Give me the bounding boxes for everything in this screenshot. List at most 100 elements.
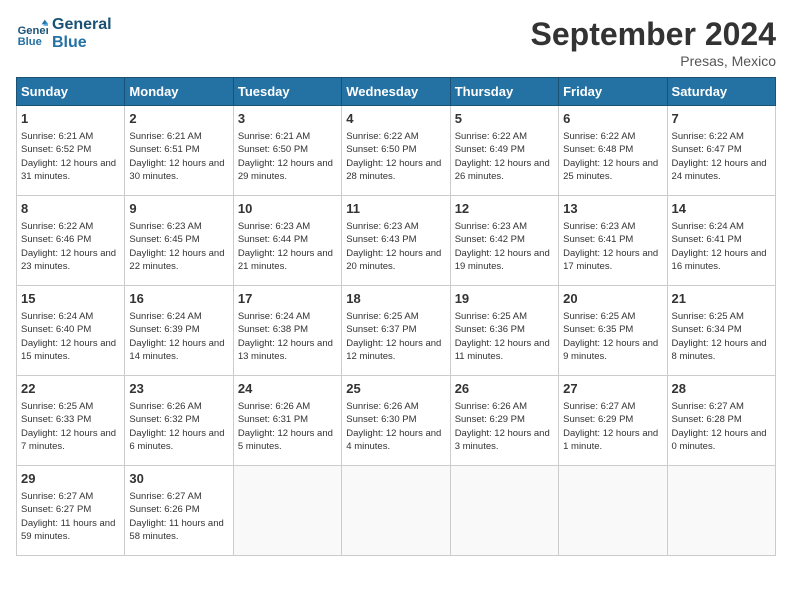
sunrise-label: Sunrise: 6:22 AM (563, 131, 635, 142)
day-cell-17: 17Sunrise: 6:24 AMSunset: 6:38 PMDayligh… (233, 286, 341, 376)
day-cell-8: 8 Sunrise: 6:22 AM Sunset: 6:46 PM Daylight… (17, 196, 125, 286)
header-sunday: Sunday (17, 78, 125, 106)
sunset-label: Sunset: 6:36 PM (455, 324, 525, 335)
day-number: 8 (21, 200, 120, 218)
daylight-label: Daylight: 12 hours and 12 minutes. (346, 338, 441, 362)
day-number: 26 (455, 380, 554, 398)
sunset-label: Sunset: 6:38 PM (238, 324, 308, 335)
month-title: September 2024 (531, 16, 776, 53)
day-cell-16: 16Sunrise: 6:24 AMSunset: 6:39 PMDayligh… (125, 286, 233, 376)
logo: General Blue General Blue (16, 16, 112, 51)
sunrise-label: Sunrise: 6:27 AM (563, 401, 635, 412)
day-cell-29: 29Sunrise: 6:27 AMSunset: 6:27 PMDayligh… (17, 466, 125, 556)
day-cell-6: 6 Sunrise: 6:22 AM Sunset: 6:48 PM Daylight… (559, 106, 667, 196)
daylight-label: Daylight: 12 hours and 1 minute. (563, 428, 658, 452)
sunset-label: Sunset: 6:42 PM (455, 234, 525, 245)
logo-icon: General Blue (16, 18, 48, 50)
title-area: September 2024 Presas, Mexico (531, 16, 776, 69)
logo-text-general: General (52, 16, 112, 34)
daylight-label: Daylight: 12 hours and 6 minutes. (129, 428, 224, 452)
day-number: 29 (21, 470, 120, 488)
day-cell-4: 4Sunrise: 6:22 AMSunset: 6:50 PMDaylight… (342, 106, 450, 196)
sunrise-label: Sunrise: 6:26 AM (346, 401, 418, 412)
day-number: 4 (346, 110, 445, 128)
daylight-label: Daylight: 12 hours and 26 minutes. (455, 158, 550, 182)
day-cell-27: 27Sunrise: 6:27 AMSunset: 6:29 PMDayligh… (559, 376, 667, 466)
day-cell-22: 22Sunrise: 6:25 AMSunset: 6:33 PMDayligh… (17, 376, 125, 466)
day-number: 24 (238, 380, 337, 398)
header-wednesday: Wednesday (342, 78, 450, 106)
daylight-label: Daylight: 12 hours and 8 minutes. (672, 338, 767, 362)
day-number: 1 (21, 110, 120, 128)
day-cell-20: 20Sunrise: 6:25 AMSunset: 6:35 PMDayligh… (559, 286, 667, 376)
sunrise-label: Sunrise: 6:26 AM (238, 401, 310, 412)
sunrise-label: Sunrise: 6:24 AM (129, 311, 201, 322)
day-cell-5: 5Sunrise: 6:22 AMSunset: 6:49 PMDaylight… (450, 106, 558, 196)
sunset-label: Sunset: 6:41 PM (672, 234, 742, 245)
sunrise-label: Sunrise: 6:21 AM (129, 131, 201, 142)
day-cell-7: 7Sunrise: 6:22 AMSunset: 6:47 PMDaylight… (667, 106, 775, 196)
sunrise-label: Sunrise: 6:25 AM (672, 311, 744, 322)
day-number: 6 (563, 110, 662, 128)
empty-cell (233, 466, 341, 556)
day-cell-2: 2Sunrise: 6:21 AMSunset: 6:51 PMDaylight… (125, 106, 233, 196)
daylight-label: Daylight: 12 hours and 31 minutes. (21, 158, 116, 182)
daylight-label: Daylight: 12 hours and 25 minutes. (563, 158, 658, 182)
sunset-label: Sunset: 6:48 PM (563, 144, 633, 155)
header-saturday: Saturday (667, 78, 775, 106)
calendar-header-row: SundayMondayTuesdayWednesdayThursdayFrid… (17, 78, 776, 106)
day-number: 7 (672, 110, 771, 128)
daylight-label: Daylight: 12 hours and 14 minutes. (129, 338, 224, 362)
day-number: 25 (346, 380, 445, 398)
day-cell-25: 25Sunrise: 6:26 AMSunset: 6:30 PMDayligh… (342, 376, 450, 466)
daylight-label: Daylight: 12 hours and 24 minutes. (672, 158, 767, 182)
day-cell-9: 9Sunrise: 6:23 AMSunset: 6:45 PMDaylight… (125, 196, 233, 286)
sunset-label: Sunset: 6:37 PM (346, 324, 416, 335)
day-cell-21: 21Sunrise: 6:25 AMSunset: 6:34 PMDayligh… (667, 286, 775, 376)
header-thursday: Thursday (450, 78, 558, 106)
sunset-label: Sunset: 6:40 PM (21, 324, 91, 335)
sunset-label: Sunset: 6:31 PM (238, 414, 308, 425)
sunset-label: Sunset: 6:43 PM (346, 234, 416, 245)
sunrise-label: Sunrise: 6:24 AM (672, 221, 744, 232)
day-number: 12 (455, 200, 554, 218)
sunrise-label: Sunrise: 6:23 AM (129, 221, 201, 232)
sunrise-label: Sunrise: 6:22 AM (346, 131, 418, 142)
daylight-label: Daylight: 11 hours and 59 minutes. (21, 518, 115, 542)
sunrise-label: Sunrise: 6:22 AM (21, 221, 93, 232)
sunrise-label: Sunrise: 6:22 AM (672, 131, 744, 142)
sunset-label: Sunset: 6:27 PM (21, 504, 91, 515)
daylight-label: Daylight: 12 hours and 30 minutes. (129, 158, 224, 182)
daylight-label: Daylight: 12 hours and 23 minutes. (21, 248, 116, 272)
sunset-label: Sunset: 6:46 PM (21, 234, 91, 245)
day-cell-1: 1Sunrise: 6:21 AMSunset: 6:52 PMDaylight… (17, 106, 125, 196)
day-cell-18: 18Sunrise: 6:25 AMSunset: 6:37 PMDayligh… (342, 286, 450, 376)
svg-text:Blue: Blue (18, 36, 42, 48)
sunset-label: Sunset: 6:39 PM (129, 324, 199, 335)
header-friday: Friday (559, 78, 667, 106)
sunrise-label: Sunrise: 6:21 AM (21, 131, 93, 142)
sunrise-label: Sunrise: 6:24 AM (238, 311, 310, 322)
daylight-label: Daylight: 12 hours and 20 minutes. (346, 248, 441, 272)
sunset-label: Sunset: 6:30 PM (346, 414, 416, 425)
day-cell-19: 19Sunrise: 6:25 AMSunset: 6:36 PMDayligh… (450, 286, 558, 376)
sunset-label: Sunset: 6:29 PM (563, 414, 633, 425)
sunrise-label: Sunrise: 6:24 AM (21, 311, 93, 322)
daylight-label: Daylight: 12 hours and 28 minutes. (346, 158, 441, 182)
sunrise-label: Sunrise: 6:25 AM (21, 401, 93, 412)
sunrise-label: Sunrise: 6:22 AM (455, 131, 527, 142)
day-number: 15 (21, 290, 120, 308)
day-number: 22 (21, 380, 120, 398)
day-cell-13: 13Sunrise: 6:23 AMSunset: 6:41 PMDayligh… (559, 196, 667, 286)
day-number: 20 (563, 290, 662, 308)
empty-cell (559, 466, 667, 556)
day-number: 5 (455, 110, 554, 128)
daylight-label: Daylight: 12 hours and 15 minutes. (21, 338, 116, 362)
day-number: 21 (672, 290, 771, 308)
daylight-label: Daylight: 12 hours and 17 minutes. (563, 248, 658, 272)
page-header: General Blue General Blue September 2024… (16, 16, 776, 69)
sunrise-label: Sunrise: 6:27 AM (129, 491, 201, 502)
day-cell-23: 23Sunrise: 6:26 AMSunset: 6:32 PMDayligh… (125, 376, 233, 466)
day-cell-24: 24Sunrise: 6:26 AMSunset: 6:31 PMDayligh… (233, 376, 341, 466)
day-cell-30: 30Sunrise: 6:27 AMSunset: 6:26 PMDayligh… (125, 466, 233, 556)
